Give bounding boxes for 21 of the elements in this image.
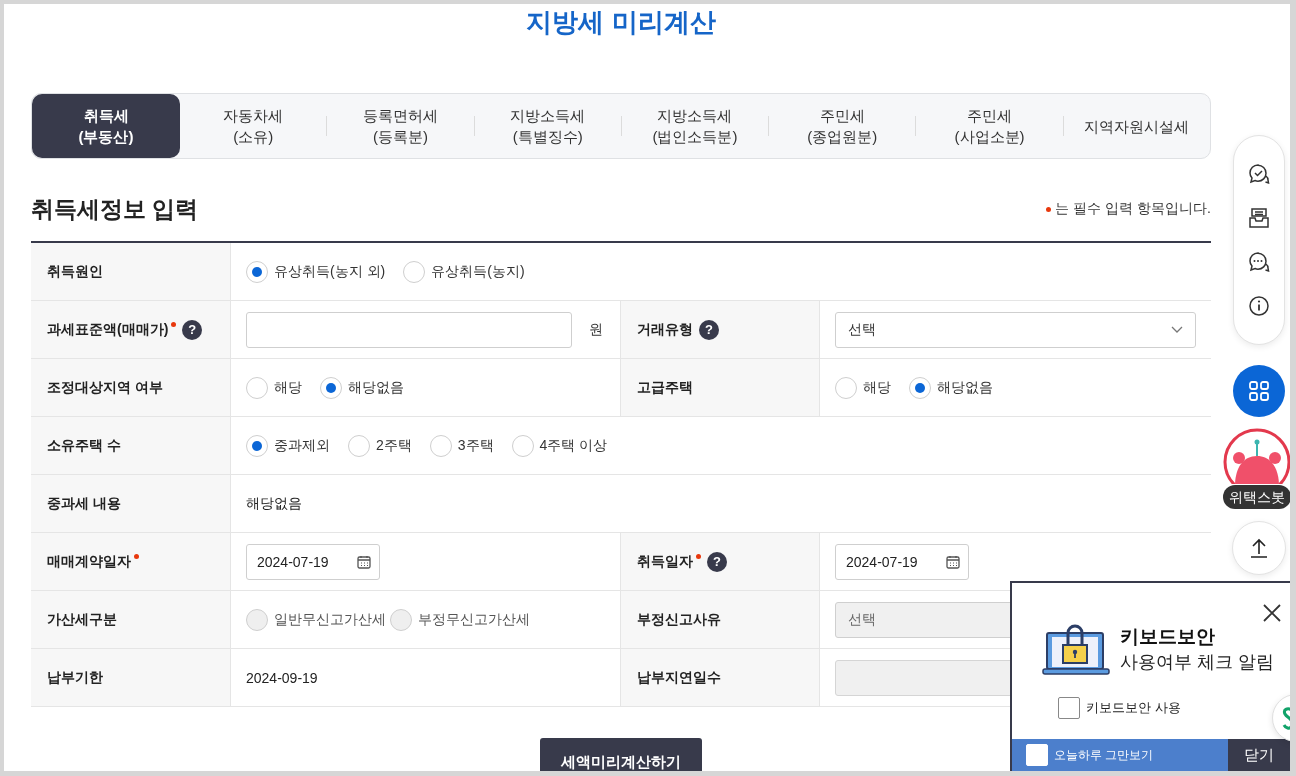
field-label: 중과세 내용 bbox=[47, 494, 121, 513]
field-label: 납부기한 bbox=[47, 668, 103, 687]
unit-label: 원 bbox=[589, 320, 603, 339]
required-note: 는 필수 입력 항목입니다. bbox=[1055, 200, 1211, 218]
value-text: 2024-09-19 bbox=[246, 669, 318, 686]
popup-title: 키보드보안 bbox=[1120, 625, 1216, 649]
page-title: 지방세 미리계산 bbox=[525, 6, 717, 39]
field-label: 매매계약일자 bbox=[47, 552, 131, 571]
field-label: 소유주택 수 bbox=[47, 436, 121, 455]
popup-subtitle: 사용여부 체크 알림 bbox=[1120, 651, 1274, 674]
value-text: 해당없음 bbox=[246, 494, 302, 513]
field-label: 취득원인 bbox=[47, 262, 103, 281]
field-label: 고급주택 bbox=[637, 378, 693, 397]
field-label: 조정대상지역 여부 bbox=[47, 378, 163, 397]
field-label: 가산세구분 bbox=[47, 610, 117, 629]
section-title: 취득세정보 입력 bbox=[31, 194, 199, 224]
field-label: 부정신고사유 bbox=[637, 610, 721, 629]
field-label: 취득일자 bbox=[637, 552, 693, 571]
field-label: 납부지연일수 bbox=[637, 668, 721, 687]
field-label: 과세표준액(매매가) bbox=[47, 320, 169, 339]
field-label: 거래유형 bbox=[637, 320, 693, 339]
